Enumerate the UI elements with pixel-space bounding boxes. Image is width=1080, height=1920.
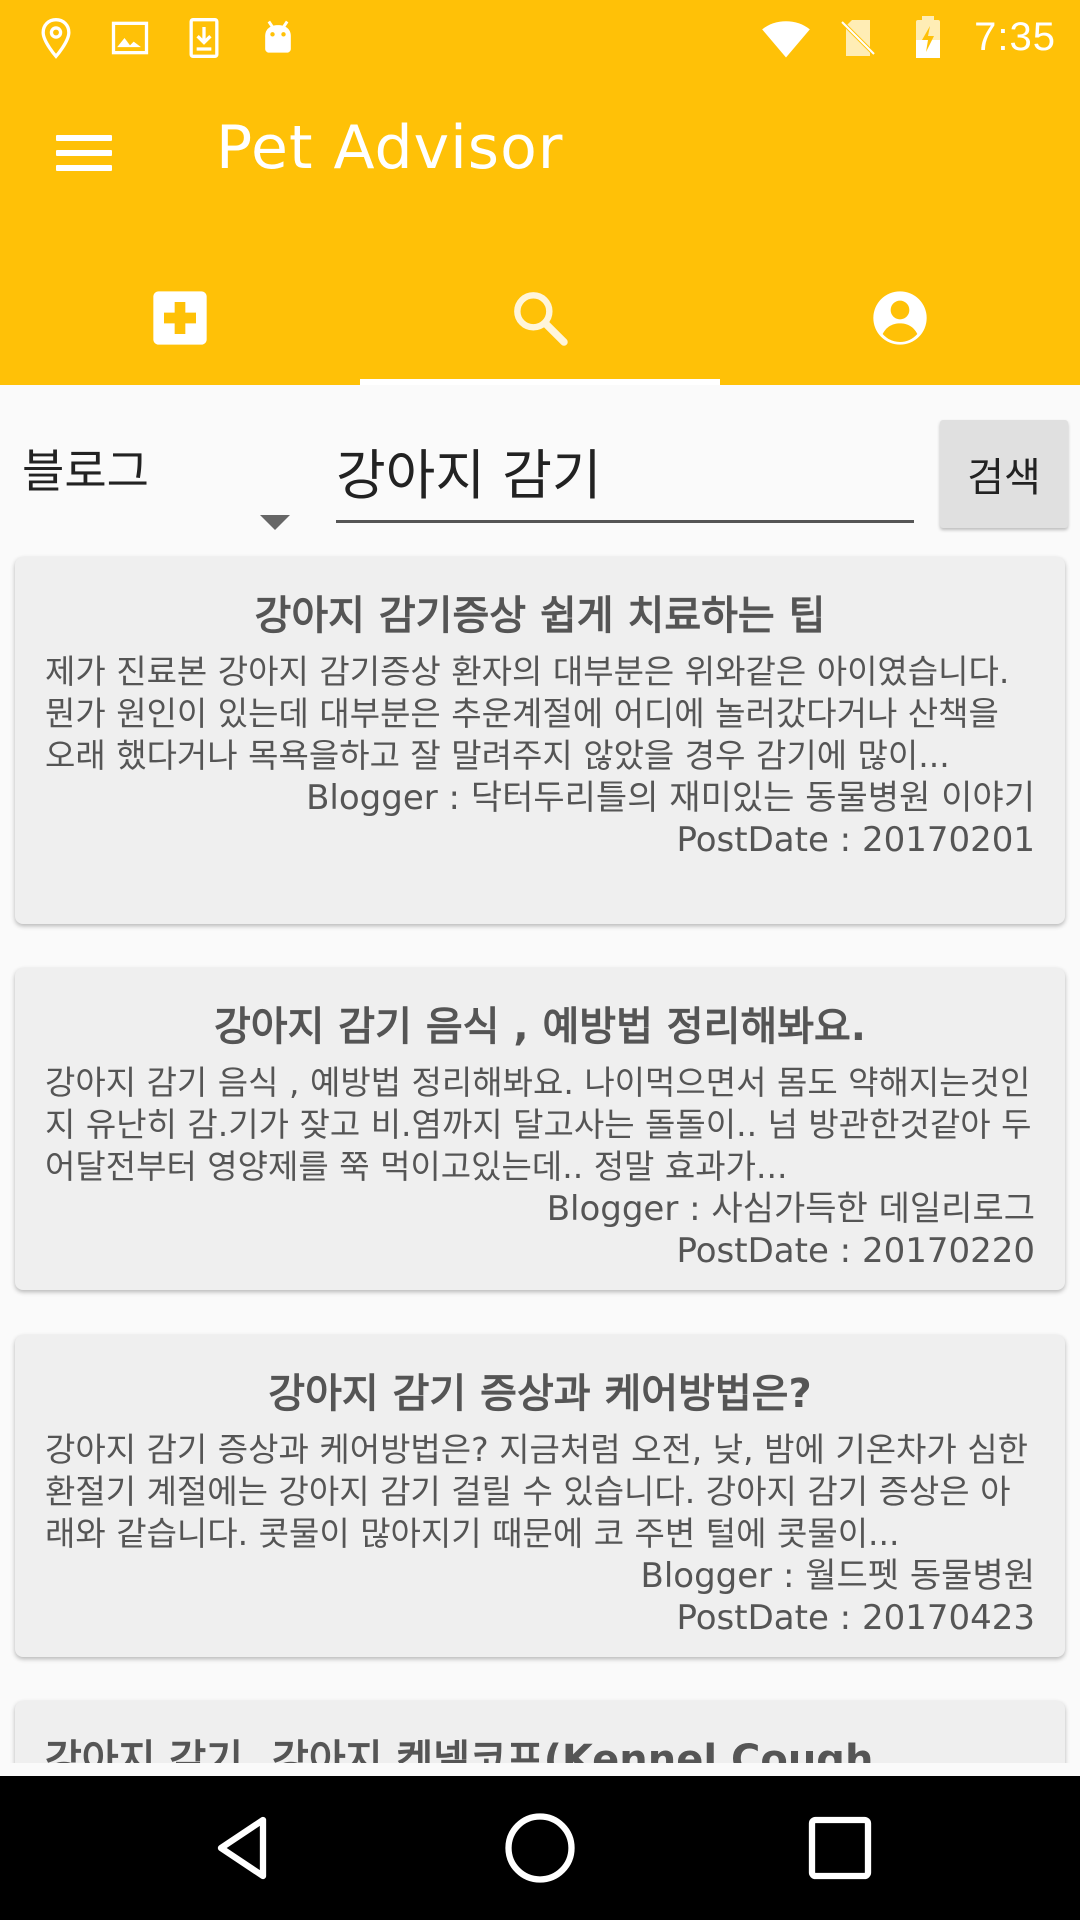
result-title: 강아지 감기 증상과 케어방법은? <box>268 1371 812 1417</box>
no-sim-icon <box>840 19 876 56</box>
tab-medical[interactable] <box>0 265 360 385</box>
caret-down-icon <box>260 515 290 530</box>
category-dropdown[interactable]: 블로그 <box>22 435 290 530</box>
status-left <box>34 10 300 65</box>
result-description: 강아지 감기 증상과 케어방법은? 지금처럼 오전, 낮, 밤에 기온차가 심한… <box>45 1430 1028 1553</box>
status-right: 7:35 <box>760 10 1056 65</box>
download-icon <box>189 17 219 58</box>
recents-icon[interactable] <box>798 1806 882 1890</box>
status-bar: 7:35 <box>0 0 1080 75</box>
result-title: 강아지 감기 음식 , 예방법 정리해봐요. <box>213 1004 867 1050</box>
result-title: 강아지 감기증상 쉽게 치료하는 팁 <box>254 593 826 639</box>
screen: 7:35 Pet Advisor 블로그 강아지 감기 검색 강아지 감기증상 … <box>0 0 1080 1920</box>
menu-icon-line <box>56 165 112 171</box>
result-description: 강아지 감기 음식 , 예방법 정리해봐요. 나이먹으면서 몸도 약해지는것인지… <box>45 1063 1032 1186</box>
result-card[interactable]: 강아지 감기증상 쉽게 치료하는 팁 제가 진료본 강아지 감기증상 환자의 대… <box>15 557 1065 924</box>
app-bar: Pet Advisor <box>0 75 1080 385</box>
status-time: 7:35 <box>974 15 1056 59</box>
result-blogger: Blogger : 닥터두리틀의 재미있는 동물병원 이야기 <box>306 778 1035 818</box>
wifi-icon <box>762 20 810 57</box>
menu-icon-line <box>56 135 112 141</box>
result-card[interactable]: 강아지 감기, 강아지 켄넬코프(Kennel Cough <box>15 1701 1065 1763</box>
search-row: 블로그 검색 <box>0 385 1080 545</box>
result-post-date: PostDate : 20170423 <box>676 1598 1035 1638</box>
tab-search[interactable] <box>360 265 720 385</box>
category-value: 블로그 <box>22 444 149 498</box>
result-blogger: Blogger : 사심가득한 데일리로그 <box>546 1189 1035 1229</box>
home-icon[interactable] <box>498 1806 582 1890</box>
tab-account[interactable] <box>720 265 1080 385</box>
results-list[interactable]: 강아지 감기증상 쉽게 치료하는 팁 제가 진료본 강아지 감기증상 환자의 대… <box>0 545 1080 1763</box>
result-post-date: PostDate : 20170220 <box>676 1231 1035 1271</box>
search-button[interactable]: 검색 <box>940 420 1068 528</box>
battery-charging-icon <box>916 15 941 58</box>
result-post-date: PostDate : 20170201 <box>676 820 1035 860</box>
result-description: 제가 진료본 강아지 감기증상 환자의 대부분은 위와같은 아이였습니다. 뭔가… <box>45 652 1010 775</box>
account-icon <box>873 291 927 345</box>
result-blogger: Blogger : 월드펫 동물병원 <box>640 1556 1035 1596</box>
location-pin-icon <box>41 17 71 59</box>
result-card[interactable]: 강아지 감기 증상과 케어방법은? 강아지 감기 증상과 케어방법은? 지금처럼… <box>15 1335 1065 1657</box>
navigation-bar <box>0 1776 1080 1920</box>
menu-button[interactable] <box>48 123 120 183</box>
result-title: 강아지 감기, 강아지 켄넬코프(Kennel Cough <box>45 1737 874 1763</box>
medical-plus-icon <box>153 291 207 345</box>
search-input[interactable] <box>336 430 906 510</box>
result-card[interactable]: 강아지 감기 음식 , 예방법 정리해봐요. 강아지 감기 음식 , 예방법 정… <box>15 968 1065 1290</box>
search-field <box>336 430 914 523</box>
search-icon <box>514 292 568 346</box>
tab-bar <box>0 265 1080 385</box>
android-icon <box>265 20 291 53</box>
back-icon[interactable] <box>200 1806 284 1890</box>
image-icon <box>111 21 149 54</box>
app-title: Pet Advisor <box>216 113 564 183</box>
menu-icon-line <box>56 150 112 156</box>
